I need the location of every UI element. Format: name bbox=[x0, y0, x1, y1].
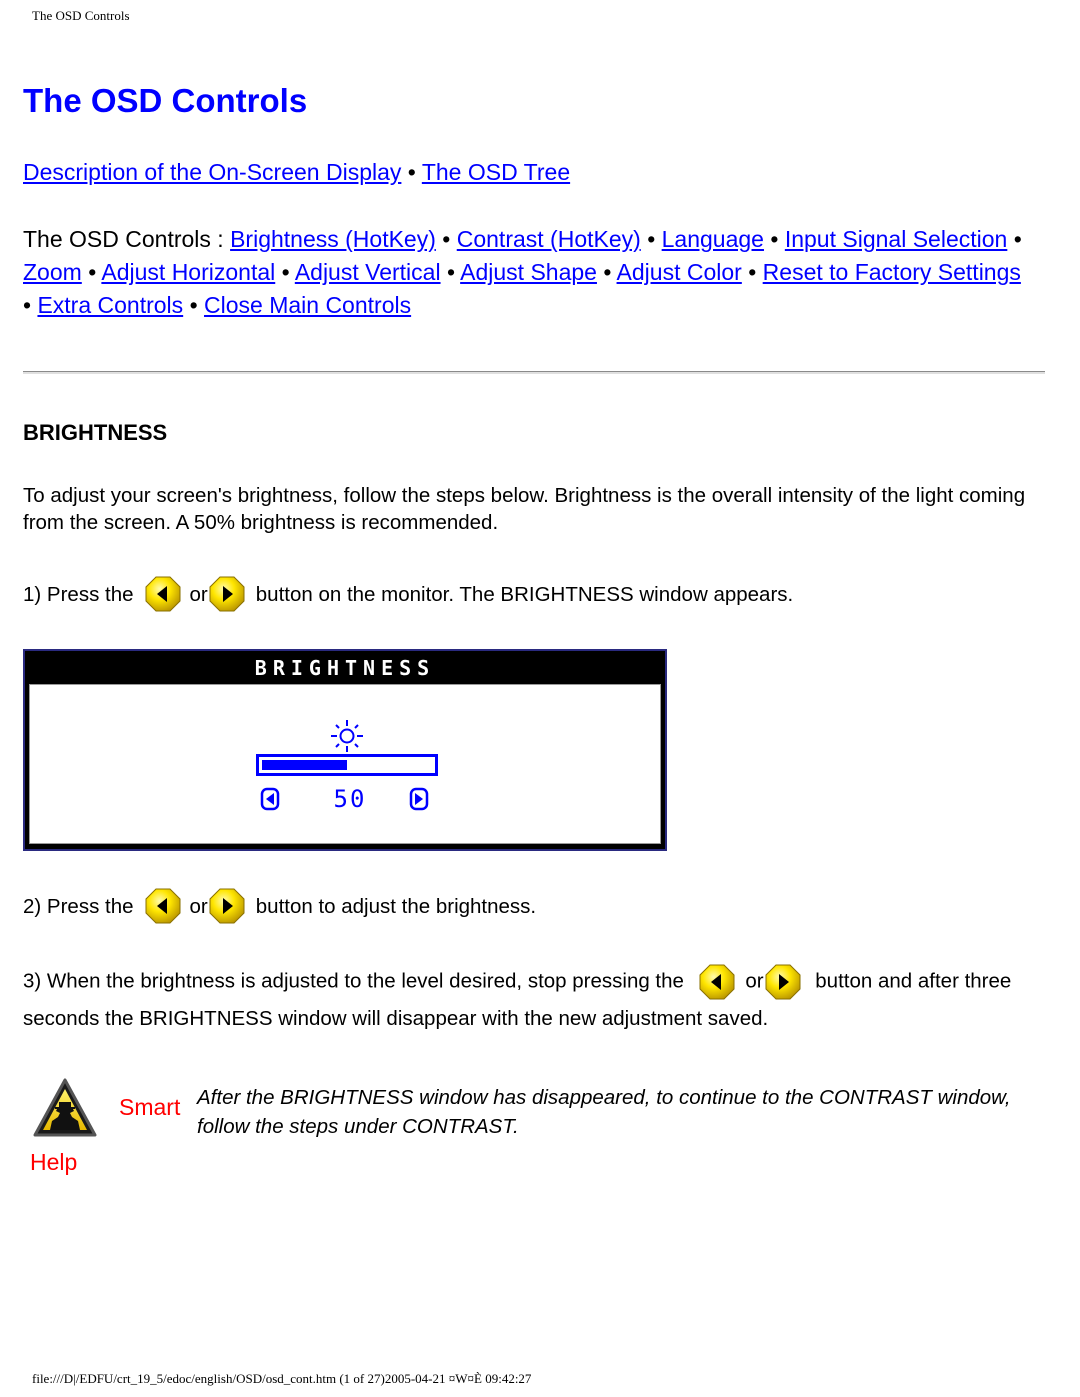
smart-label: Smart bbox=[119, 1094, 181, 1120]
step-text: 1) Press the bbox=[23, 582, 134, 606]
link-input-signal-selection[interactable]: Input Signal Selection bbox=[785, 226, 1008, 252]
left-arrow-button-icon bbox=[144, 575, 182, 613]
right-arrow-button-icon bbox=[764, 963, 802, 1001]
separator: • bbox=[748, 259, 757, 285]
top-navigation: Description of the On-Screen Display • T… bbox=[23, 157, 570, 187]
link-adjust-shape[interactable]: Adjust Shape bbox=[460, 259, 597, 285]
separator: • bbox=[23, 292, 32, 318]
brightness-value: 50 bbox=[333, 785, 367, 813]
link-adjust-color[interactable]: Adjust Color bbox=[617, 259, 742, 285]
right-arrow-button-icon bbox=[208, 887, 246, 925]
step-text: or bbox=[745, 969, 764, 993]
smart-help-warning-icon bbox=[33, 1078, 97, 1137]
separator: • bbox=[442, 226, 451, 252]
link-description-osd[interactable]: Description of the On-Screen Display bbox=[23, 159, 401, 185]
link-extra-controls[interactable]: Extra Controls bbox=[37, 292, 183, 318]
link-contrast-hotkey[interactable]: Contrast (HotKey) bbox=[457, 226, 641, 252]
step-2: 2) Press the or button to adjust the bri… bbox=[23, 886, 536, 926]
brightness-level-fill bbox=[262, 760, 347, 770]
osd-left-arrow-icon bbox=[260, 787, 280, 811]
separator: • bbox=[770, 226, 779, 252]
link-brightness-hotkey[interactable]: Brightness (HotKey) bbox=[230, 226, 436, 252]
separator: • bbox=[647, 226, 656, 252]
step-3: 3) When the brightness is adjusted to th… bbox=[23, 963, 1033, 1036]
link-adjust-vertical[interactable]: Adjust Vertical bbox=[295, 259, 441, 285]
step-text: button on the monitor. The BRIGHTNESS wi… bbox=[255, 582, 794, 606]
link-osd-tree[interactable]: The OSD Tree bbox=[422, 159, 570, 185]
separator: • bbox=[603, 259, 612, 285]
controls-nav-prefix: The OSD Controls : bbox=[23, 226, 231, 252]
step-text: 3) When the brightness is adjusted to th… bbox=[23, 969, 684, 993]
link-close-main-controls[interactable]: Close Main Controls bbox=[204, 292, 411, 318]
right-arrow-button-icon bbox=[208, 575, 246, 613]
step-text: or bbox=[189, 582, 208, 606]
horizontal-divider bbox=[23, 371, 1045, 374]
separator: • bbox=[407, 159, 416, 185]
left-arrow-button-icon bbox=[144, 887, 182, 925]
separator: • bbox=[1013, 226, 1022, 252]
section-heading: BRIGHTNESS bbox=[23, 420, 168, 445]
step-text: or bbox=[189, 894, 208, 918]
osd-brightness-window: BRIGHTNESS 50 bbox=[23, 649, 667, 851]
sun-icon bbox=[331, 720, 363, 752]
step-1: 1) Press the or button on the monitor. T… bbox=[23, 574, 793, 614]
link-reset-factory-settings[interactable]: Reset to Factory Settings bbox=[763, 259, 1021, 285]
intro-paragraph: To adjust your screen's brightness, foll… bbox=[23, 484, 1026, 534]
controls-navigation: The OSD Controls : Brightness (HotKey) •… bbox=[23, 223, 1033, 322]
running-header: The OSD Controls bbox=[32, 8, 130, 23]
smart-help-text: After the BRIGHTNESS window has disappea… bbox=[197, 1086, 1011, 1138]
help-label: Help bbox=[30, 1149, 78, 1175]
footer-file-path: file:///D|/EDFU/crt_19_5/edoc/english/OS… bbox=[32, 1371, 532, 1386]
separator: • bbox=[446, 259, 456, 285]
osd-title: BRIGHTNESS bbox=[254, 656, 436, 680]
separator: • bbox=[189, 292, 198, 318]
step-text: 2) Press the bbox=[23, 894, 134, 918]
step-text: button to adjust the brightness. bbox=[255, 894, 537, 918]
smart-help-box: Smart Help bbox=[28, 1075, 198, 1185]
link-language[interactable]: Language bbox=[662, 226, 764, 252]
osd-body: 50 bbox=[29, 684, 661, 844]
left-arrow-button-icon bbox=[698, 963, 736, 1001]
link-zoom[interactable]: Zoom bbox=[23, 259, 82, 285]
page-title: The OSD Controls bbox=[23, 82, 308, 119]
link-adjust-horizontal[interactable]: Adjust Horizontal bbox=[101, 259, 275, 285]
brightness-level-bar bbox=[256, 754, 438, 776]
separator: • bbox=[281, 259, 290, 285]
osd-right-arrow-icon bbox=[409, 787, 429, 811]
separator: • bbox=[88, 259, 97, 285]
